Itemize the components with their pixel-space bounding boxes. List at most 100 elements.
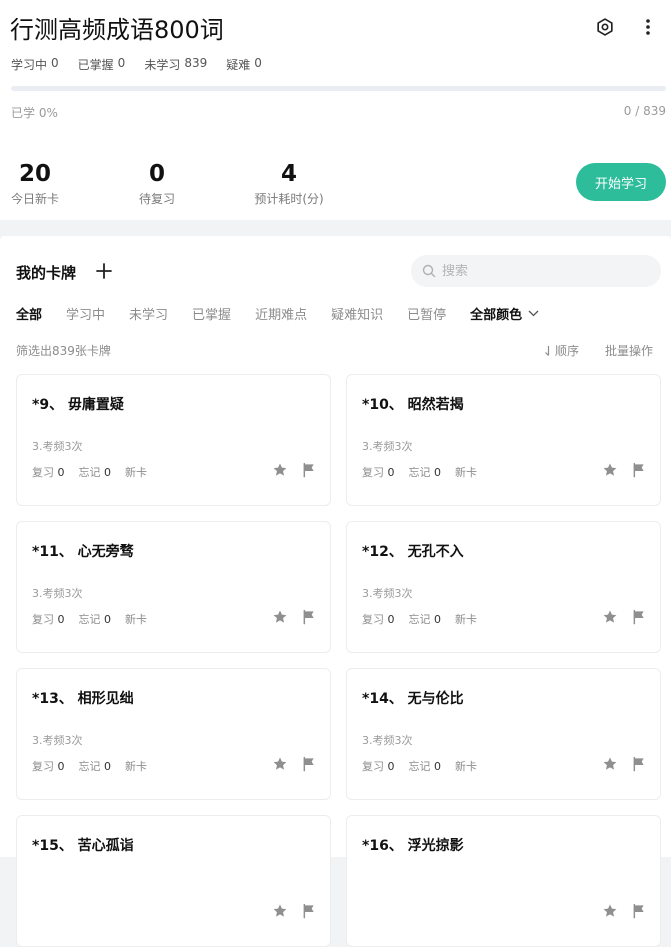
card-frequency: 3.考频3次 <box>362 587 413 600</box>
difficult-count[interactable]: 疑难 0 <box>226 56 262 73</box>
card-item[interactable]: *16、 浮光掠影 <box>346 815 661 947</box>
deck-title: 我的卡牌 <box>16 264 77 282</box>
chevron-down-icon <box>528 310 539 317</box>
flag-icon[interactable] <box>631 756 647 772</box>
flag-icon[interactable] <box>631 903 647 919</box>
mastered-count[interactable]: 已掌握 0 <box>78 56 126 73</box>
forget-stat: 忘记 0 <box>78 760 112 773</box>
progress-bar <box>11 86 666 91</box>
review-stat: 复习 0 <box>362 466 395 479</box>
flag-icon[interactable] <box>631 462 647 478</box>
card-meta: 复习 0 忘记 0 新卡 <box>362 758 477 774</box>
card-status: 新卡 <box>125 466 147 479</box>
search-box[interactable] <box>411 255 661 287</box>
card-frequency: 3.考频3次 <box>362 734 413 747</box>
time-stat: 4 预计耗时(分) <box>254 161 324 206</box>
batch-operation-button[interactable]: 批量操作 <box>605 342 653 359</box>
review-stat: 复习 0 <box>362 613 395 626</box>
card-item[interactable]: *11、 心无旁骛 3.考频3次 复习 0 忘记 0 新卡 <box>16 521 331 653</box>
card-status: 新卡 <box>455 466 477 479</box>
card-frequency: 3.考频3次 <box>32 440 83 453</box>
card-title: *9、 毋庸置疑 <box>32 397 124 413</box>
card-title: *12、 无孔不入 <box>362 544 464 560</box>
more-button[interactable] <box>635 14 661 40</box>
more-vertical-icon <box>646 19 650 35</box>
card-item[interactable]: *9、 毋庸置疑 3.考频3次 复习 0 忘记 0 新卡 <box>16 374 331 506</box>
card-status: 新卡 <box>125 760 147 773</box>
card-item[interactable]: *10、 昭然若揭 3.考频3次 复习 0 忘记 0 新卡 <box>346 374 661 506</box>
review-stat: 0 待复习 <box>138 161 175 206</box>
card-title: *14、 无与伦比 <box>362 691 464 707</box>
filter-result-count: 筛选出839张卡牌 <box>16 344 111 358</box>
star-icon[interactable] <box>602 609 618 625</box>
card-status: 新卡 <box>125 613 147 626</box>
forget-stat: 忘记 0 <box>408 760 442 773</box>
forget-stat: 忘记 0 <box>408 613 442 626</box>
flag-icon[interactable] <box>301 462 317 478</box>
card-frequency: 3.考频3次 <box>362 440 413 453</box>
flag-icon[interactable] <box>301 756 317 772</box>
flag-icon[interactable] <box>631 609 647 625</box>
review-stat: 复习 0 <box>32 613 65 626</box>
search-icon <box>422 264 436 278</box>
card-meta: 复习 0 忘记 0 新卡 <box>32 464 147 480</box>
tab-recent-difficult[interactable]: 近期难点 <box>255 304 307 323</box>
learning-count[interactable]: 学习中 0 <box>11 56 59 73</box>
star-icon[interactable] <box>602 903 618 919</box>
card-item[interactable]: *13、 相形见绌 3.考频3次 复习 0 忘记 0 新卡 <box>16 668 331 800</box>
progress-count: 0 / 839 <box>623 104 666 118</box>
tab-unlearned[interactable]: 未学习 <box>129 304 168 323</box>
sort-arrow-icon <box>545 345 550 356</box>
card-status: 新卡 <box>455 613 477 626</box>
card-meta: 复习 0 忘记 0 新卡 <box>362 611 477 627</box>
forget-stat: 忘记 0 <box>408 466 442 479</box>
tab-paused[interactable]: 已暂停 <box>407 304 446 323</box>
filter-tabs: 全部 学习中 未学习 已掌握 近期难点 疑难知识 已暂停 全部颜色 <box>16 304 539 323</box>
card-meta: 复习 0 忘记 0 新卡 <box>362 464 477 480</box>
tab-difficult-knowledge[interactable]: 疑难知识 <box>331 304 383 323</box>
card-frequency: 3.考频3次 <box>32 734 83 747</box>
cards-panel: 我的卡牌 全部 学习中 未学习 已掌握 近期难点 疑难知识 已暂停 全部颜色 筛… <box>0 236 671 947</box>
card-item[interactable]: *14、 无与伦比 3.考频3次 复习 0 忘记 0 新卡 <box>346 668 661 800</box>
gear-icon <box>597 18 613 36</box>
overview-section: 行测高频成语800词 学习中 0 已掌握 0 未学习 839 疑难 0 已学 0% 0 … <box>0 0 671 220</box>
star-icon[interactable] <box>602 756 618 772</box>
tab-all[interactable]: 全部 <box>16 304 42 323</box>
flag-icon[interactable] <box>301 903 317 919</box>
card-title: *13、 相形见绌 <box>32 691 134 707</box>
card-item[interactable]: *12、 无孔不入 3.考频3次 复习 0 忘记 0 新卡 <box>346 521 661 653</box>
start-learning-button[interactable]: 开始学习 <box>576 163 666 201</box>
color-filter-label: 全部颜色 <box>470 308 523 323</box>
forget-stat: 忘记 0 <box>78 613 112 626</box>
star-icon[interactable] <box>272 903 288 919</box>
card-title: *15、 苦心孤诣 <box>32 838 134 854</box>
forget-stat: 忘记 0 <box>78 466 112 479</box>
card-title: *11、 心无旁骛 <box>32 544 134 560</box>
review-stat: 复习 0 <box>32 466 65 479</box>
card-status: 新卡 <box>455 760 477 773</box>
progress-label: 已学 0% <box>11 106 58 120</box>
star-icon[interactable] <box>272 756 288 772</box>
settings-button[interactable] <box>592 14 618 40</box>
review-stat: 复习 0 <box>362 760 395 773</box>
search-input[interactable] <box>442 263 642 279</box>
tab-learning[interactable]: 学习中 <box>66 304 105 323</box>
card-item[interactable]: *15、 苦心孤诣 <box>16 815 331 947</box>
card-meta: 复习 0 忘记 0 新卡 <box>32 758 147 774</box>
unlearned-count[interactable]: 未学习 839 <box>144 56 207 73</box>
add-card-icon[interactable] <box>95 262 113 280</box>
new-cards-stat: 20 今日新卡 <box>11 161 60 206</box>
page-title: 行测高频成语800词 <box>10 16 224 44</box>
star-icon[interactable] <box>272 462 288 478</box>
card-title: *10、 昭然若揭 <box>362 397 464 413</box>
flag-icon[interactable] <box>301 609 317 625</box>
color-filter-dropdown[interactable]: 全部颜色 <box>470 304 539 323</box>
card-frequency: 3.考频3次 <box>32 587 83 600</box>
card-meta: 复习 0 忘记 0 新卡 <box>32 611 147 627</box>
star-icon[interactable] <box>272 609 288 625</box>
tab-mastered[interactable]: 已掌握 <box>192 304 231 323</box>
star-icon[interactable] <box>602 462 618 478</box>
status-counts: 学习中 0 已掌握 0 未学习 839 疑难 0 <box>11 56 262 73</box>
sort-button[interactable]: 顺序 <box>544 342 579 359</box>
card-title: *16、 浮光掠影 <box>362 838 464 854</box>
